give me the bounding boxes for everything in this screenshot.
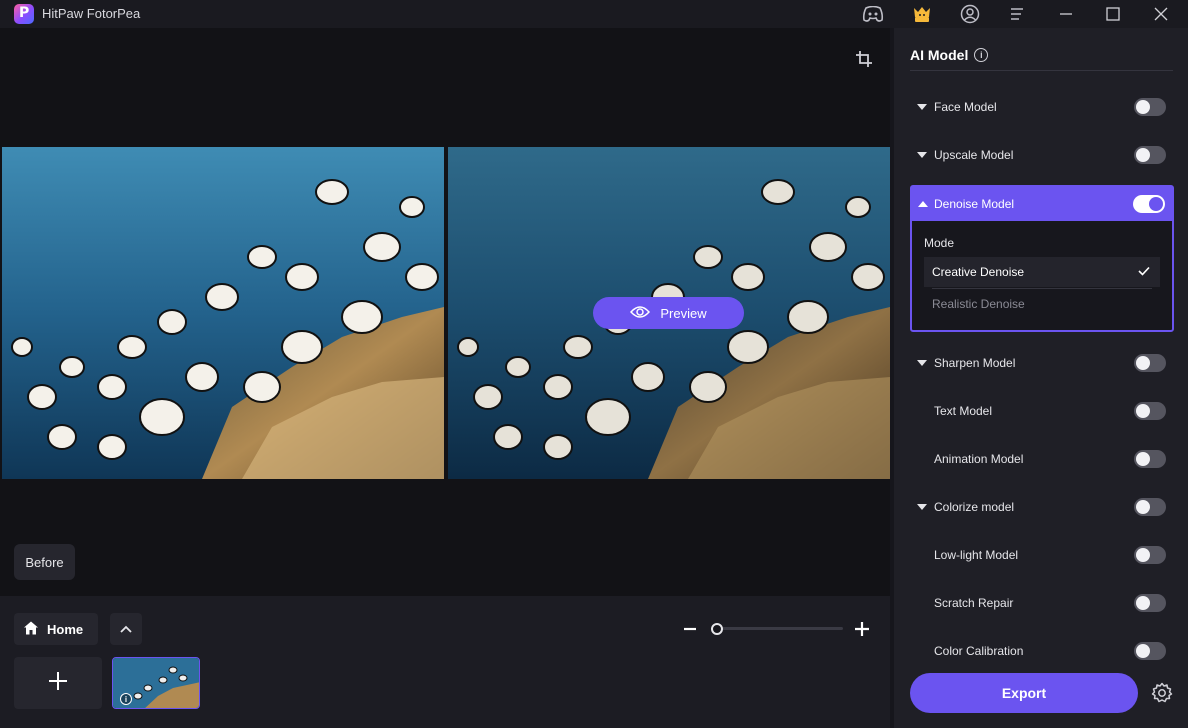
gift-shop-icon[interactable] xyxy=(911,3,933,25)
close-icon[interactable] xyxy=(1150,3,1172,25)
home-label: Home xyxy=(47,621,84,637)
model-label: Animation Model xyxy=(934,452,1024,466)
home-button[interactable]: Home xyxy=(14,613,98,645)
menu-icon[interactable] xyxy=(1006,3,1028,25)
caret-down-icon[interactable] xyxy=(910,504,934,510)
model-label: Color Calibration xyxy=(934,644,1024,658)
model-label: Face Model xyxy=(934,100,997,114)
maximize-icon[interactable] xyxy=(1102,3,1124,25)
bottom-bar: Home i xyxy=(0,596,890,728)
model-row-color-calibration[interactable]: Color Calibration xyxy=(910,633,1173,669)
face-model-toggle[interactable] xyxy=(1134,98,1166,116)
mode-option-label: Realistic Denoise xyxy=(932,297,1025,311)
model-row-face[interactable]: Face Model xyxy=(910,89,1173,125)
export-button[interactable]: Export xyxy=(910,673,1138,713)
model-row-animation[interactable]: Animation Model xyxy=(910,441,1173,477)
before-button[interactable]: Before xyxy=(14,544,75,580)
text-model-toggle[interactable] xyxy=(1134,402,1166,420)
sharpen-model-toggle[interactable] xyxy=(1134,354,1166,372)
plus-icon xyxy=(49,671,67,695)
upscale-model-toggle[interactable] xyxy=(1134,146,1166,164)
model-label: Colorize model xyxy=(934,500,1015,514)
account-icon[interactable] xyxy=(959,3,981,25)
caret-down-icon[interactable] xyxy=(910,152,934,158)
model-row-scratch-repair[interactable]: Scratch Repair xyxy=(910,585,1173,621)
model-row-colorize[interactable]: Colorize model xyxy=(910,489,1173,525)
caret-down-icon[interactable] xyxy=(910,104,934,110)
minimize-icon[interactable] xyxy=(1055,3,1077,25)
image-canvas: Preview Before xyxy=(0,28,890,596)
app-logo-icon: P xyxy=(14,4,34,24)
denoise-model-toggle[interactable] xyxy=(1133,195,1165,213)
low-light-model-toggle[interactable] xyxy=(1134,546,1166,564)
gear-icon[interactable] xyxy=(1150,681,1174,705)
ai-model-panel: AI Model i Face Model Upscale Model Deno… xyxy=(894,28,1188,728)
colorize-model-toggle[interactable] xyxy=(1134,498,1166,516)
divider xyxy=(910,70,1173,71)
zoom-in-icon[interactable] xyxy=(854,620,870,638)
mode-option-creative[interactable]: Creative Denoise xyxy=(924,257,1160,287)
color-calibration-toggle[interactable] xyxy=(1134,642,1166,660)
model-row-low-light[interactable]: Low-light Model xyxy=(910,537,1173,573)
crop-icon[interactable] xyxy=(852,47,876,71)
panel-header: AI Model i xyxy=(910,47,989,63)
mode-label: Mode xyxy=(924,236,955,250)
zoom-slider-track[interactable] xyxy=(712,627,843,630)
model-label: Low-light Model xyxy=(934,548,1019,562)
checkmark-icon xyxy=(1138,265,1150,279)
eye-icon xyxy=(630,305,651,322)
expand-strip-button[interactable] xyxy=(110,613,142,645)
before-image xyxy=(2,147,444,479)
model-row-upscale[interactable]: Upscale Model xyxy=(910,137,1173,173)
preview-button[interactable]: Preview xyxy=(593,297,744,329)
info-icon[interactable]: i xyxy=(974,48,989,62)
panel-title: AI Model xyxy=(910,47,969,63)
caret-up-icon[interactable] xyxy=(912,201,934,207)
model-row-denoise[interactable]: Denoise Model xyxy=(912,187,1172,221)
model-label: Text Model xyxy=(934,404,993,418)
zoom-out-icon[interactable] xyxy=(683,620,697,638)
model-row-text[interactable]: Text Model xyxy=(910,393,1173,429)
model-label: Upscale Model xyxy=(934,148,1014,162)
mode-option-label: Creative Denoise xyxy=(932,265,1025,279)
model-row-sharpen[interactable]: Sharpen Model xyxy=(910,345,1173,381)
denoise-model-panel: Denoise Model Mode Creative Denoise Real… xyxy=(910,185,1174,332)
model-label: Scratch Repair xyxy=(934,596,1014,610)
chevron-up-icon xyxy=(120,620,132,638)
animation-model-toggle[interactable] xyxy=(1134,450,1166,468)
zoom-slider-knob[interactable] xyxy=(711,623,723,635)
title-bar: P HitPaw FotorPea xyxy=(0,0,1188,28)
model-label: Denoise Model xyxy=(934,197,1015,211)
caret-down-icon[interactable] xyxy=(910,360,934,366)
add-image-button[interactable] xyxy=(14,657,102,709)
discord-icon[interactable] xyxy=(862,3,884,25)
scratch-repair-toggle[interactable] xyxy=(1134,594,1166,612)
model-label: Sharpen Model xyxy=(934,356,1016,370)
home-icon xyxy=(23,620,39,639)
info-icon[interactable]: i xyxy=(120,693,132,705)
preview-label: Preview xyxy=(660,305,707,321)
app-title: HitPaw FotorPea xyxy=(42,6,141,21)
image-thumbnail[interactable]: i xyxy=(112,657,200,709)
mode-option-realistic[interactable]: Realistic Denoise xyxy=(924,289,1160,319)
